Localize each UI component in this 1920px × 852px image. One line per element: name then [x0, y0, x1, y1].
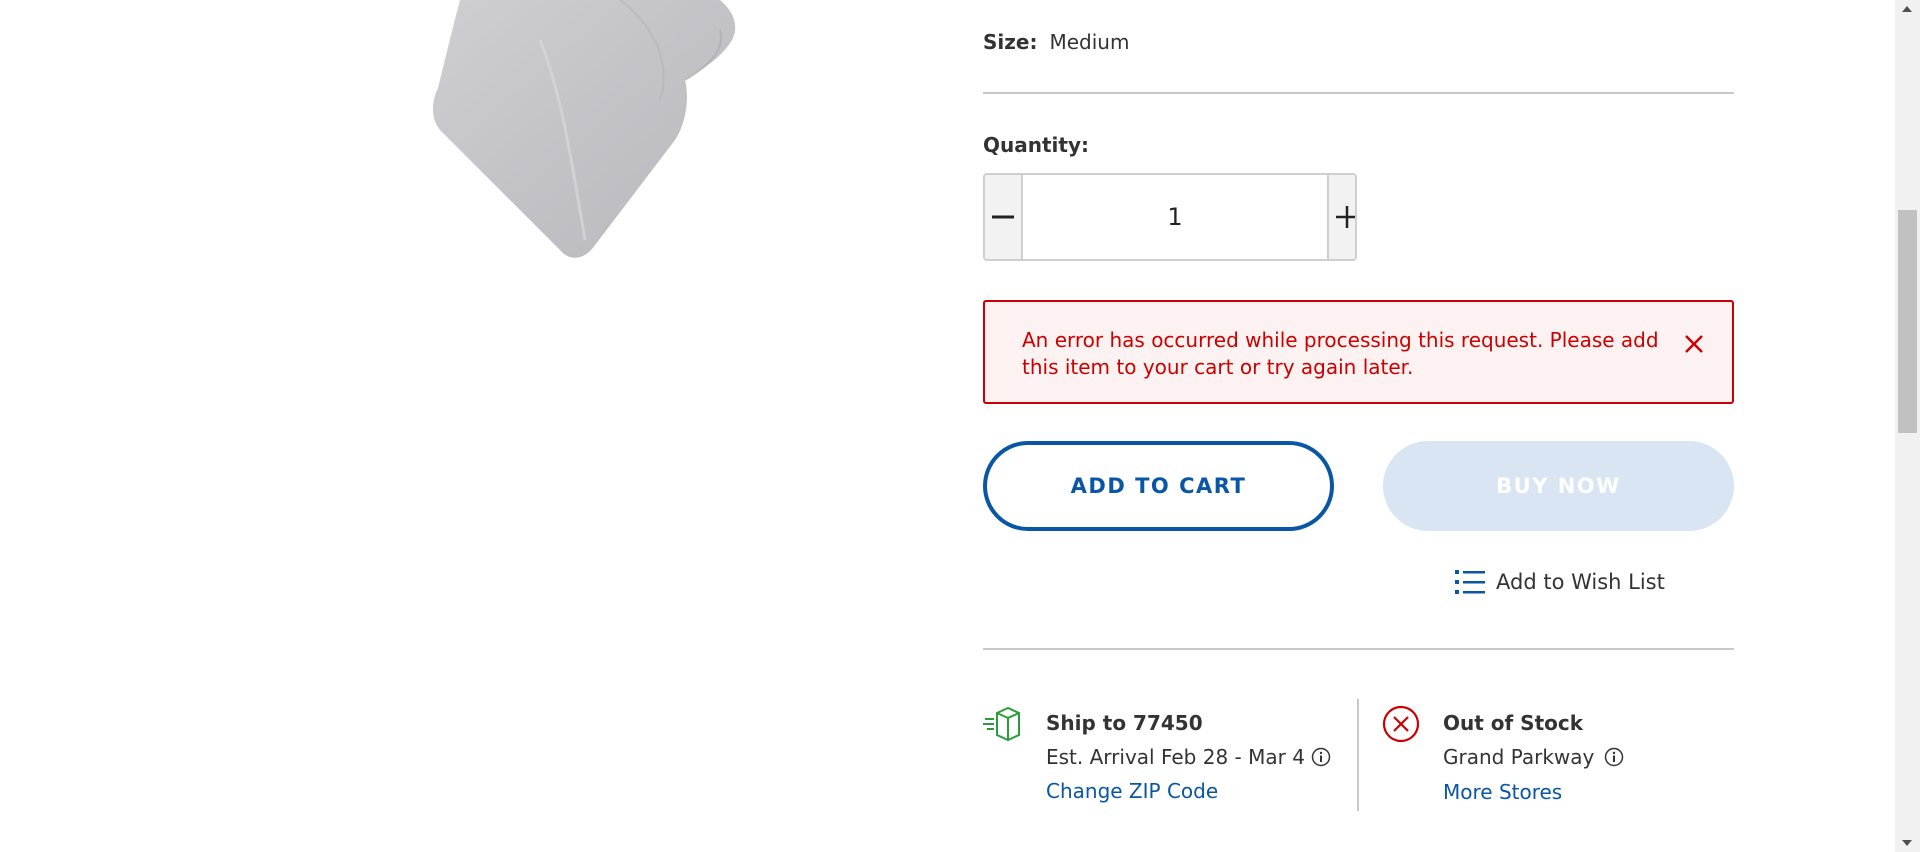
availability-status: Out of Stock — [1443, 711, 1584, 735]
minus-icon — [992, 215, 1014, 219]
scrollbar[interactable] — [1895, 0, 1920, 852]
quantity-label: Quantity: — [983, 133, 1089, 157]
product-image — [420, 0, 740, 270]
increase-quantity-button[interactable] — [1327, 175, 1355, 259]
close-icon — [1685, 335, 1703, 353]
size-label: Size: — [983, 30, 1038, 54]
divider — [983, 648, 1734, 650]
wish-list-label: Add to Wish List — [1496, 570, 1665, 594]
store-name: Grand Parkway — [1443, 745, 1624, 769]
change-zip-code-link[interactable]: Change ZIP Code — [1046, 779, 1218, 803]
vertical-divider — [1357, 699, 1359, 811]
plus-icon — [1336, 206, 1355, 228]
divider — [983, 92, 1734, 94]
package-shipping-icon — [983, 705, 1021, 742]
estimated-arrival: Est. Arrival Feb 28 - Mar 4 — [1046, 745, 1331, 769]
buy-now-button[interactable]: BUY NOW — [1383, 441, 1734, 531]
list-icon — [1455, 570, 1485, 594]
decrease-quantity-button[interactable] — [985, 175, 1023, 259]
circle-x-icon — [1382, 705, 1420, 743]
quantity-stepper — [983, 173, 1357, 261]
ship-to-title: Ship to 77450 — [1046, 711, 1203, 735]
scrollbar-thumb[interactable] — [1898, 210, 1917, 433]
add-to-cart-button[interactable]: ADD TO CART — [983, 441, 1334, 531]
add-to-wish-list-link[interactable]: Add to Wish List — [1454, 567, 1665, 597]
info-icon[interactable] — [1604, 747, 1624, 767]
close-error-button[interactable] — [1680, 330, 1708, 358]
store-name-text: Grand Parkway — [1443, 745, 1595, 769]
more-stores-link[interactable]: More Stores — [1443, 780, 1562, 804]
size-value: Medium — [1049, 30, 1130, 54]
quantity-input[interactable] — [1023, 175, 1327, 259]
info-icon[interactable] — [1311, 747, 1331, 767]
scroll-down-arrow-icon[interactable] — [1902, 840, 1912, 846]
size-selection: Size: Medium — [983, 30, 1129, 54]
error-alert: An error has occurred while processing t… — [983, 300, 1734, 404]
scroll-up-arrow-icon[interactable] — [1902, 6, 1912, 12]
estimated-arrival-text: Est. Arrival Feb 28 - Mar 4 — [1046, 745, 1305, 769]
error-message: An error has occurred while processing t… — [1022, 328, 1659, 379]
